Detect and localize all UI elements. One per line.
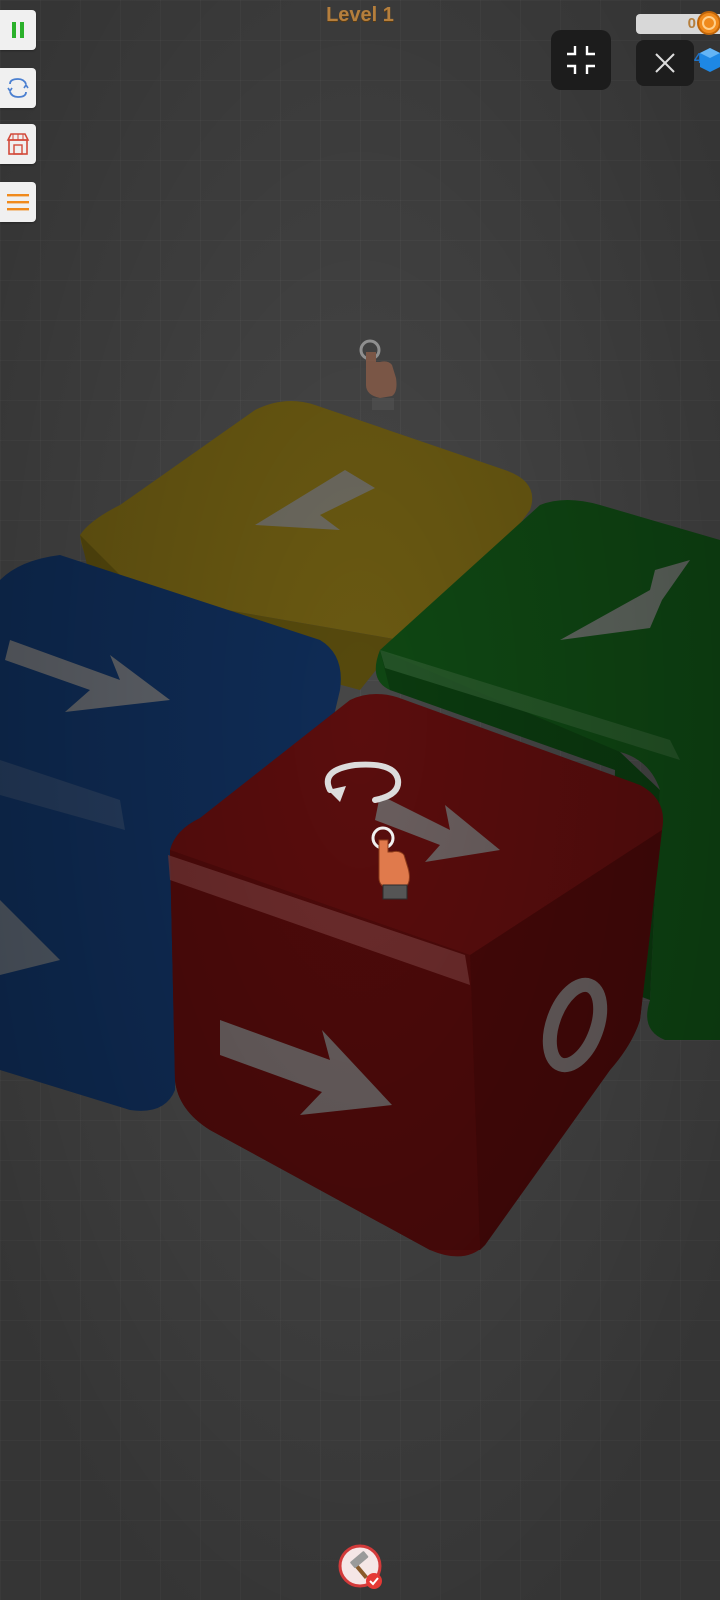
restart-button[interactable] — [0, 68, 36, 108]
collapse-fullscreen-icon — [567, 46, 595, 74]
hammer-powerup-icon — [338, 1544, 382, 1589]
pause-button[interactable] — [0, 10, 36, 50]
close-icon — [655, 53, 675, 73]
hamburger-icon — [7, 194, 29, 211]
coins-value: 0 — [687, 15, 696, 32]
hammer-powerup-button[interactable] — [338, 1544, 384, 1590]
game-board[interactable] — [0, 0, 720, 1600]
coin-icon — [697, 11, 720, 35]
pause-icon — [12, 22, 24, 38]
shop-button[interactable] — [0, 124, 36, 164]
refresh-icon — [7, 78, 29, 98]
blue-cube-currency-icon — [700, 48, 720, 72]
close-button[interactable] — [636, 40, 694, 86]
level-title: Level 1 — [326, 4, 394, 26]
fullscreen-toggle-button[interactable] — [551, 30, 611, 90]
shop-icon — [6, 133, 30, 155]
menu-button[interactable] — [0, 182, 36, 222]
faded-hand-hint-icon — [359, 339, 397, 410]
